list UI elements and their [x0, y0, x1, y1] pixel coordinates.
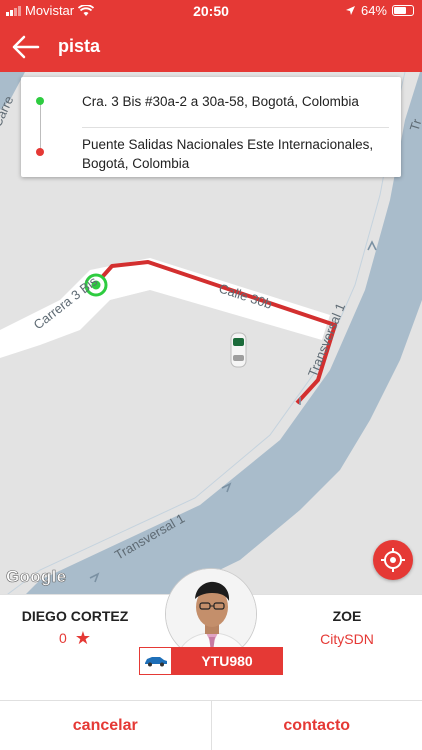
page-title: pista	[58, 36, 101, 56]
route-divider	[82, 127, 389, 128]
driver-name: DIEGO CORTEZ	[21, 608, 129, 624]
app-header: pista	[0, 22, 422, 72]
battery-percent: 64%	[360, 3, 387, 18]
arrow-left-icon	[12, 35, 40, 59]
destination-line-2: Bogotá, Colombia	[82, 156, 190, 171]
status-right: 64%	[345, 3, 414, 18]
crosshair-icon	[381, 548, 405, 572]
location-arrow-icon	[345, 6, 355, 15]
battery-icon	[392, 5, 414, 16]
star-icon: ★	[74, 628, 91, 648]
company-name: ZOE	[332, 608, 362, 624]
cancel-button[interactable]: cancelar	[0, 701, 211, 750]
route-origin[interactable]: Cra. 3 Bis #30a-2 a 30a-58, Bogotá, Colo…	[82, 94, 359, 109]
car-type: CitySDN	[320, 631, 374, 647]
destination-dot	[36, 148, 44, 156]
license-plate: YTU980	[139, 647, 283, 675]
origin-dot	[36, 97, 44, 105]
destination-line-1: Puente Salidas Nacionales Este Internaci…	[82, 137, 374, 152]
road-arrow	[367, 240, 377, 251]
route-connector	[40, 103, 41, 153]
my-location-button[interactable]	[373, 540, 413, 580]
route-destination[interactable]: Puente Salidas Nacionales Este Internaci…	[82, 135, 394, 173]
status-bar: Movistar 20:50 64%	[0, 0, 422, 22]
bottom-actions: cancelar contacto	[0, 700, 422, 750]
car-icon	[140, 648, 172, 674]
back-button[interactable]	[10, 32, 42, 62]
battery-fill	[394, 7, 406, 14]
street-label-top-left: Carre	[0, 93, 16, 129]
rating-value: 0	[59, 630, 67, 646]
car-marker	[230, 332, 247, 368]
route-card: Cra. 3 Bis #30a-2 a 30a-58, Bogotá, Colo…	[21, 77, 401, 177]
driver-rating: 0 ★	[0, 629, 150, 647]
google-logo: Google	[6, 567, 67, 587]
contact-button[interactable]: contacto	[212, 701, 422, 750]
plate-number: YTU980	[172, 648, 282, 674]
